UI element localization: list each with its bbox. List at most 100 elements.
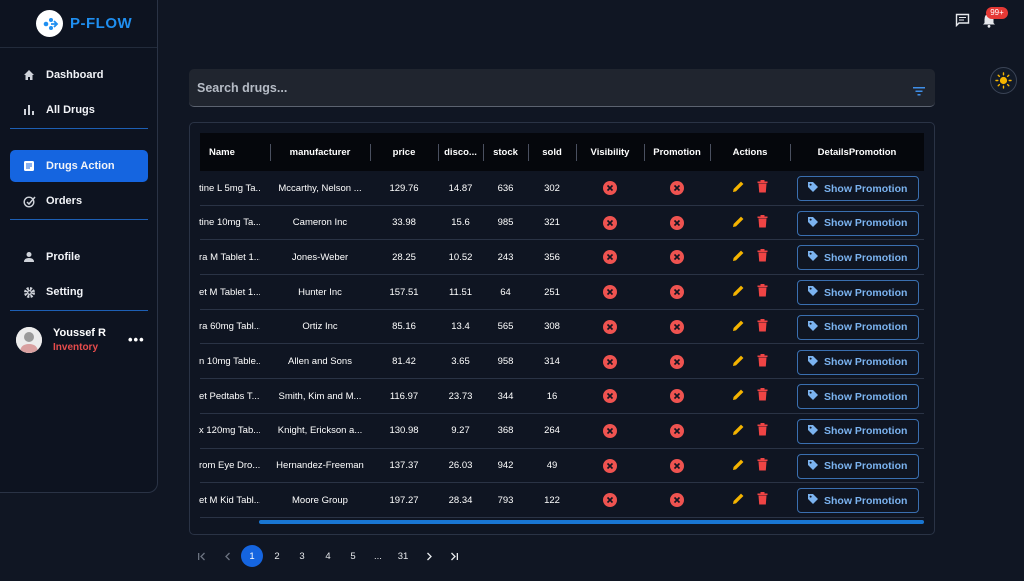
header-separator[interactable] <box>438 144 439 161</box>
show-promotion-button[interactable]: Show Promotion <box>797 280 919 306</box>
header-separator[interactable] <box>644 144 645 161</box>
visibility-off-icon[interactable] <box>603 389 617 404</box>
page-1[interactable]: 1 <box>241 545 263 567</box>
promotion-off-icon[interactable] <box>670 493 684 508</box>
table-row[interactable]: tine L 5mg Ta... Mccarthy, Nelson ... 129.… <box>199 171 924 206</box>
header-separator[interactable] <box>710 144 711 161</box>
edit-pencil-icon[interactable] <box>732 354 745 370</box>
header-col-discount[interactable]: disco... <box>438 133 483 171</box>
show-promotion-button[interactable]: Show Promotion <box>797 384 919 410</box>
promotion-off-icon[interactable] <box>670 285 684 300</box>
table-row[interactable]: et M Tablet 1... Hunter Inc 157.51 11.51 64 2… <box>199 275 924 310</box>
nav-orders[interactable]: Orders <box>10 185 148 217</box>
visibility-off-icon[interactable] <box>603 354 617 369</box>
show-promotion-button[interactable]: Show Promotion <box>797 453 919 479</box>
delete-trash-icon[interactable] <box>757 492 768 508</box>
table-row[interactable]: et M Kid Tabl... Moore Group 197.27 28.34 79… <box>199 483 924 518</box>
horizontal-scrollbar[interactable] <box>259 520 924 524</box>
header-col-name[interactable]: Name <box>200 133 260 171</box>
header-col-actions[interactable]: Actions <box>710 133 790 171</box>
show-promotion-button[interactable]: Show Promotion <box>797 176 919 201</box>
header-col-manufacturer[interactable]: manufacturer <box>270 133 370 171</box>
table-row[interactable]: rom Eye Dro... Hernandez-Freeman 137.37 26.… <box>199 449 924 484</box>
delete-trash-icon[interactable] <box>757 214 768 231</box>
show-promotion-button[interactable]: Show Promotion <box>797 349 919 375</box>
promotion-off-icon[interactable] <box>670 389 684 404</box>
delete-trash-icon[interactable] <box>757 353 768 370</box>
nav-setting[interactable]: Setting <box>10 276 148 308</box>
delete-trash-icon[interactable] <box>757 422 768 439</box>
visibility-off-icon[interactable] <box>603 493 617 508</box>
nav-drugs-action[interactable]: Drugs Action <box>10 150 148 182</box>
nav-profile[interactable]: Profile <box>10 241 148 273</box>
more-options-icon[interactable]: ••• <box>128 332 145 347</box>
visibility-off-icon[interactable] <box>603 319 617 334</box>
header-col-sold[interactable]: sold <box>528 133 576 171</box>
table-row[interactable]: tine 10mg Ta... Cameron Inc 33.98 15.6 985 32… <box>199 206 924 241</box>
edit-pencil-icon[interactable] <box>732 319 745 335</box>
header-separator[interactable] <box>528 144 529 161</box>
delete-trash-icon[interactable] <box>757 318 768 335</box>
header-col-price[interactable]: price <box>370 133 438 171</box>
header-col-visibility[interactable]: Visibility <box>576 133 644 171</box>
previous-page-icon[interactable] <box>216 545 238 567</box>
show-promotion-button[interactable]: Show Promotion <box>797 314 919 340</box>
chat-icon[interactable] <box>955 13 970 32</box>
edit-pencil-icon[interactable] <box>732 215 745 231</box>
table-row[interactable]: x 120mg Tab... Knight, Erickson a... 130.9… <box>199 414 924 449</box>
filter-icon[interactable] <box>913 83 925 101</box>
page-5[interactable]: 5 <box>342 545 364 567</box>
promotion-off-icon[interactable] <box>670 458 684 473</box>
table-row[interactable]: ra 60mg Tabl... Ortiz Inc 85.16 13.4 565 308 S… <box>199 310 924 345</box>
edit-pencil-icon[interactable] <box>732 423 745 439</box>
edit-pencil-icon[interactable] <box>732 388 745 404</box>
page-31[interactable]: 31 <box>392 545 414 567</box>
nav-dashboard[interactable]: Dashboard <box>10 59 148 91</box>
visibility-off-icon[interactable] <box>603 285 617 300</box>
show-promotion-button[interactable]: Show Promotion <box>797 418 919 444</box>
delete-trash-icon[interactable] <box>757 180 768 196</box>
header-separator[interactable] <box>270 144 271 161</box>
table-row[interactable]: et Pedtabs T... Smith, Kim and M... 116.97… <box>199 379 924 414</box>
header-separator[interactable] <box>790 144 791 161</box>
show-promotion-button[interactable]: Show Promotion <box>797 210 919 236</box>
nav-all-drugs[interactable]: All Drugs <box>10 94 148 126</box>
page-ellipsis[interactable]: ... <box>367 545 389 567</box>
header-separator[interactable] <box>576 144 577 161</box>
edit-pencil-icon[interactable] <box>732 249 745 265</box>
visibility-off-icon[interactable] <box>603 250 617 265</box>
header-separator[interactable] <box>370 144 371 161</box>
promotion-off-icon[interactable] <box>670 319 684 334</box>
visibility-off-icon[interactable] <box>603 215 617 230</box>
header-separator[interactable] <box>483 144 484 161</box>
promotion-off-icon[interactable] <box>670 423 684 438</box>
delete-trash-icon[interactable] <box>757 388 768 404</box>
avatar[interactable] <box>16 327 42 353</box>
first-page-icon[interactable] <box>190 545 212 567</box>
theme-toggle-sun-icon[interactable] <box>990 67 1017 94</box>
table-row[interactable]: n 10mg Table... Allen and Sons 81.42 3.65 95… <box>199 345 924 380</box>
visibility-off-icon[interactable] <box>603 458 617 473</box>
page-3[interactable]: 3 <box>291 545 313 567</box>
show-promotion-button[interactable]: Show Promotion <box>797 245 919 271</box>
header-col-promotion[interactable]: Promotion <box>644 133 710 171</box>
delete-trash-icon[interactable] <box>757 249 768 265</box>
edit-pencil-icon[interactable] <box>732 180 745 196</box>
header-col-details-promotion[interactable]: DetailsPromotion <box>790 133 924 171</box>
edit-pencil-icon[interactable] <box>732 284 745 300</box>
next-page-icon[interactable] <box>418 545 440 567</box>
search-input[interactable] <box>189 69 889 106</box>
visibility-off-icon[interactable] <box>603 181 617 195</box>
promotion-off-icon[interactable] <box>670 354 684 369</box>
show-promotion-button[interactable]: Show Promotion <box>797 488 919 514</box>
visibility-off-icon[interactable] <box>603 423 617 438</box>
delete-trash-icon[interactable] <box>757 284 768 300</box>
edit-pencil-icon[interactable] <box>732 458 745 474</box>
table-row[interactable]: ra M Tablet 1... Jones-Weber 28.25 10.52 243… <box>199 240 924 276</box>
header-col-stock[interactable]: stock <box>483 133 528 171</box>
promotion-off-icon[interactable] <box>670 250 684 265</box>
delete-trash-icon[interactable] <box>757 457 768 474</box>
page-4[interactable]: 4 <box>317 545 339 567</box>
last-page-icon[interactable] <box>443 545 465 567</box>
promotion-off-icon[interactable] <box>670 215 684 230</box>
